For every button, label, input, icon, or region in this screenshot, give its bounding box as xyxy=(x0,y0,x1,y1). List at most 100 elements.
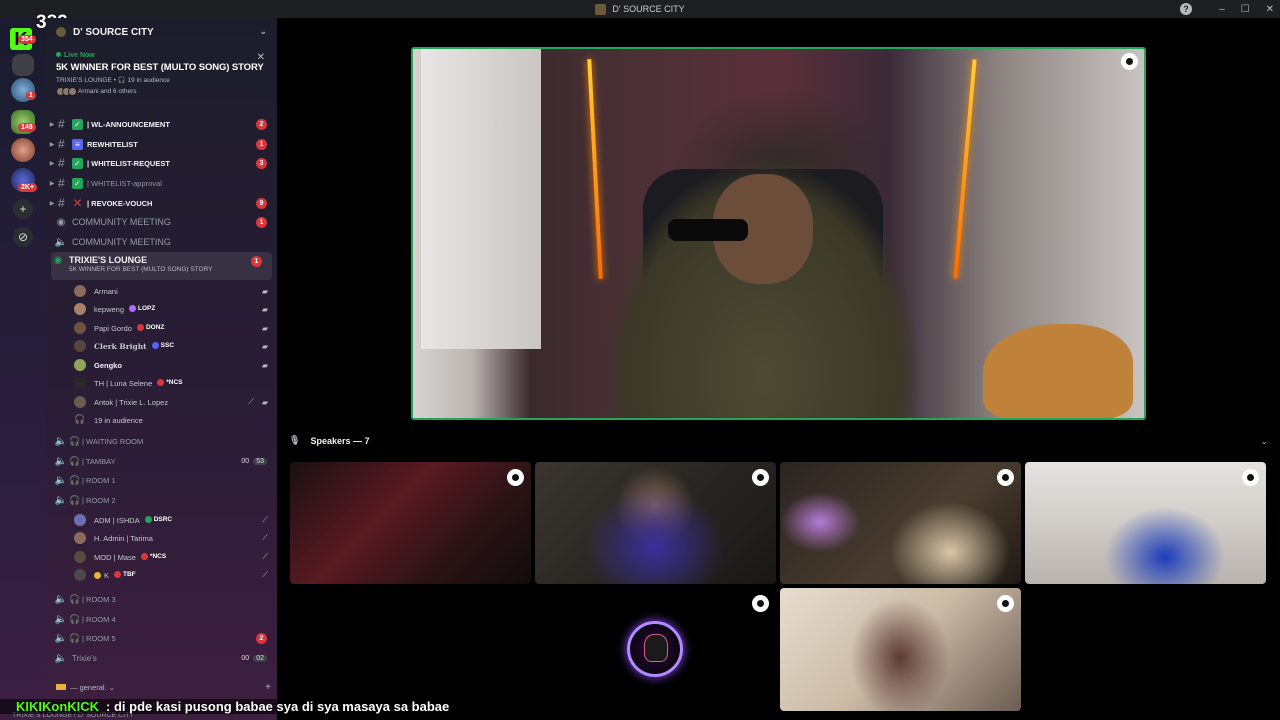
pin-icon[interactable] xyxy=(752,595,769,612)
pin-icon[interactable] xyxy=(997,595,1014,612)
channel-room-4[interactable]: 🔈 🎧 | ROOM 4 xyxy=(54,610,277,628)
channel-name: | ROOM 5 xyxy=(82,633,116,643)
minimize-button[interactable]: – xyxy=(1219,4,1225,15)
window-titlebar: D' SOURCE CITY ? – ☐ ✕ xyxy=(0,0,1280,18)
user-name: Gengko xyxy=(94,360,122,370)
channel-community-meeting-stage[interactable]: ◉ COMMUNITY MEETING 1 xyxy=(54,213,277,231)
pin-icon[interactable] xyxy=(507,469,524,486)
voice-user[interactable]: Antok | Trixie L. Lopez ⟋ ▰ xyxy=(74,393,272,411)
voice-user[interactable]: Clerk Bright SSC ▰ xyxy=(74,337,272,355)
pin-icon[interactable] xyxy=(752,469,769,486)
voice-user[interactable]: TH | Luna Selene *NCS xyxy=(74,374,272,392)
pin-icon[interactable] xyxy=(997,469,1014,486)
voice-user[interactable]: Gengko ▰ xyxy=(74,356,272,374)
live-card[interactable]: Live Now 5K WINNER FOR BEST (MULTO SONG)… xyxy=(52,48,273,100)
speakers-count: Speakers — 7 xyxy=(310,435,370,446)
main-video-tile[interactable] xyxy=(411,47,1146,420)
unread-badge: 2 xyxy=(256,118,267,130)
channel-subtitle: 5K WINNER FOR BEST (MULTO SONG) STORY xyxy=(69,266,213,273)
discover-button[interactable]: ⊘ xyxy=(13,227,33,247)
server-icon-3[interactable] xyxy=(11,138,35,162)
avatar xyxy=(74,359,86,371)
live-others-text: Armani and 6 others xyxy=(78,88,137,95)
unread-badge: 1 xyxy=(256,138,267,150)
member-count: 00 02 xyxy=(241,654,267,662)
headphones-icon: 🎧 xyxy=(69,632,81,643)
audience-text: 19 in audience xyxy=(94,415,143,425)
muted-icon: ⟋ xyxy=(248,397,254,406)
notification-badge: 354 xyxy=(18,35,36,44)
camera-icon: ▰ xyxy=(261,304,268,314)
speaker-icon: 🔈 xyxy=(54,455,68,467)
speaker-icon: 🔈 xyxy=(54,613,68,625)
audience-count[interactable]: 🎧 19 in audience xyxy=(74,411,272,429)
notification-badge: 2K+ xyxy=(18,183,38,192)
headphones-icon: 🎧 xyxy=(69,613,81,624)
speaker-icon: 🔈 xyxy=(54,494,68,506)
muted-icon: ⟋ xyxy=(262,533,268,542)
channel-name: COMMUNITY MEETING xyxy=(72,237,171,247)
voice-user[interactable]: K TBF ⟋ xyxy=(74,566,272,584)
pin-icon[interactable] xyxy=(1121,53,1138,70)
speaker-video-tile[interactable] xyxy=(290,462,531,584)
headphones-icon: 🎧 xyxy=(69,455,81,466)
avatar xyxy=(74,285,86,297)
speaker-video-tile[interactable] xyxy=(780,588,1021,711)
channel-trixies[interactable]: 🔈 Trixie's 00 02 xyxy=(54,649,277,667)
channel-community-meeting-voice[interactable]: 🔈 COMMUNITY MEETING xyxy=(54,233,277,251)
channel-name: REWHITELIST xyxy=(87,139,138,149)
category-label: — general. ⌄ xyxy=(70,682,116,692)
voice-user[interactable]: Armani ▰ xyxy=(74,282,272,300)
channel-room-1[interactable]: 🔈 🎧 | ROOM 1 xyxy=(54,471,277,489)
speaker-icon: 🔈 xyxy=(54,593,68,605)
avatar xyxy=(627,621,683,677)
channel-whitelist-approval[interactable]: ▶ # ✓ | WHITELIST-approval xyxy=(46,174,277,192)
triangle-icon xyxy=(151,342,159,350)
server-name: D' SOURCE CITY xyxy=(73,26,154,38)
avatar xyxy=(74,569,86,581)
channel-room-3[interactable]: 🔈 🎧 | ROOM 3 xyxy=(54,590,277,608)
headphones-icon: 🎧 xyxy=(69,593,81,604)
speaker-avatar-tile[interactable] xyxy=(535,588,776,710)
voice-user[interactable]: kepweng LOPZ ▰ xyxy=(74,300,272,318)
pin-icon[interactable] xyxy=(1242,469,1259,486)
close-icon[interactable]: ✕ xyxy=(257,52,265,63)
check-icon: ✓ xyxy=(72,118,83,130)
inbox-icon[interactable] xyxy=(12,54,34,76)
collapse-arrow-icon: ▶ xyxy=(49,200,55,207)
speaker-video-tile[interactable] xyxy=(535,462,776,584)
channel-revoke-vouch[interactable]: ▶ # ✕ | REVOKE-VOUCH 9 xyxy=(46,194,277,212)
channel-trixies-lounge[interactable]: ◉ TRIXIE'S LOUNGE 5K WINNER FOR BEST (MU… xyxy=(51,252,272,280)
channel-rewhitelist[interactable]: ▶ # ≡ REWHITELIST 1 xyxy=(46,135,277,153)
voice-user[interactable]: ADM | ISHDA DSRC ⟋ xyxy=(74,511,272,529)
user-tag: DONZ xyxy=(136,324,164,332)
speaker-video-tile[interactable] xyxy=(1025,462,1266,584)
voice-user[interactable]: H. Admin | Tarima ⟋ xyxy=(74,529,272,547)
video-content xyxy=(587,59,603,279)
maximize-button[interactable]: ☐ xyxy=(1241,4,1250,15)
add-server-button[interactable]: + xyxy=(13,199,33,219)
close-button[interactable]: ✕ xyxy=(1266,4,1274,15)
voice-user[interactable]: MOD | Mase *NCS ⟋ xyxy=(74,548,272,566)
help-icon[interactable]: ? xyxy=(1180,3,1192,15)
speaker-video-tile[interactable] xyxy=(780,462,1021,584)
channel-whitelist-request[interactable]: ▶ # ✓ | WHITELIST-REQUEST 3 xyxy=(46,154,277,172)
heart-icon xyxy=(129,305,137,313)
live-meta: TRIXIE'S LOUNGE • 🎧 19 in audience xyxy=(56,77,170,84)
channel-waiting-room[interactable]: 🔈 🎧 | WAITING ROOM xyxy=(54,432,277,450)
channel-room-5[interactable]: 🔈 🎧 | ROOM 5 2 xyxy=(54,629,277,647)
channel-wl-announcement[interactable]: ▶ # ✓ | WL-ANNOUNCEMENT 2 xyxy=(46,115,277,133)
chevron-down-icon[interactable]: ⌄ xyxy=(1260,436,1268,447)
chevron-down-icon[interactable]: ⌄ xyxy=(259,26,267,37)
add-channel-button[interactable]: + xyxy=(265,682,271,693)
channel-tambay[interactable]: 🔈 🎧 | TAMBAY 00 53 xyxy=(54,452,277,470)
unread-badge: 2 xyxy=(256,632,267,644)
stream-chat-overlay: KIKIKonKICK : di pde kasi pusong babae s… xyxy=(0,696,454,716)
avatar-stack xyxy=(56,87,77,96)
headphones-icon: 🎧 xyxy=(69,474,81,485)
category-general[interactable]: — general. ⌄ + xyxy=(56,680,271,694)
voice-user[interactable]: Papi Gordo DONZ ▰ xyxy=(74,319,272,337)
channel-room-2[interactable]: 🔈 🎧 | ROOM 2 xyxy=(54,491,277,509)
channel-name: TRIXIE'S LOUNGE xyxy=(69,255,148,265)
server-header[interactable]: D' SOURCE CITY ⌄ xyxy=(46,18,277,46)
